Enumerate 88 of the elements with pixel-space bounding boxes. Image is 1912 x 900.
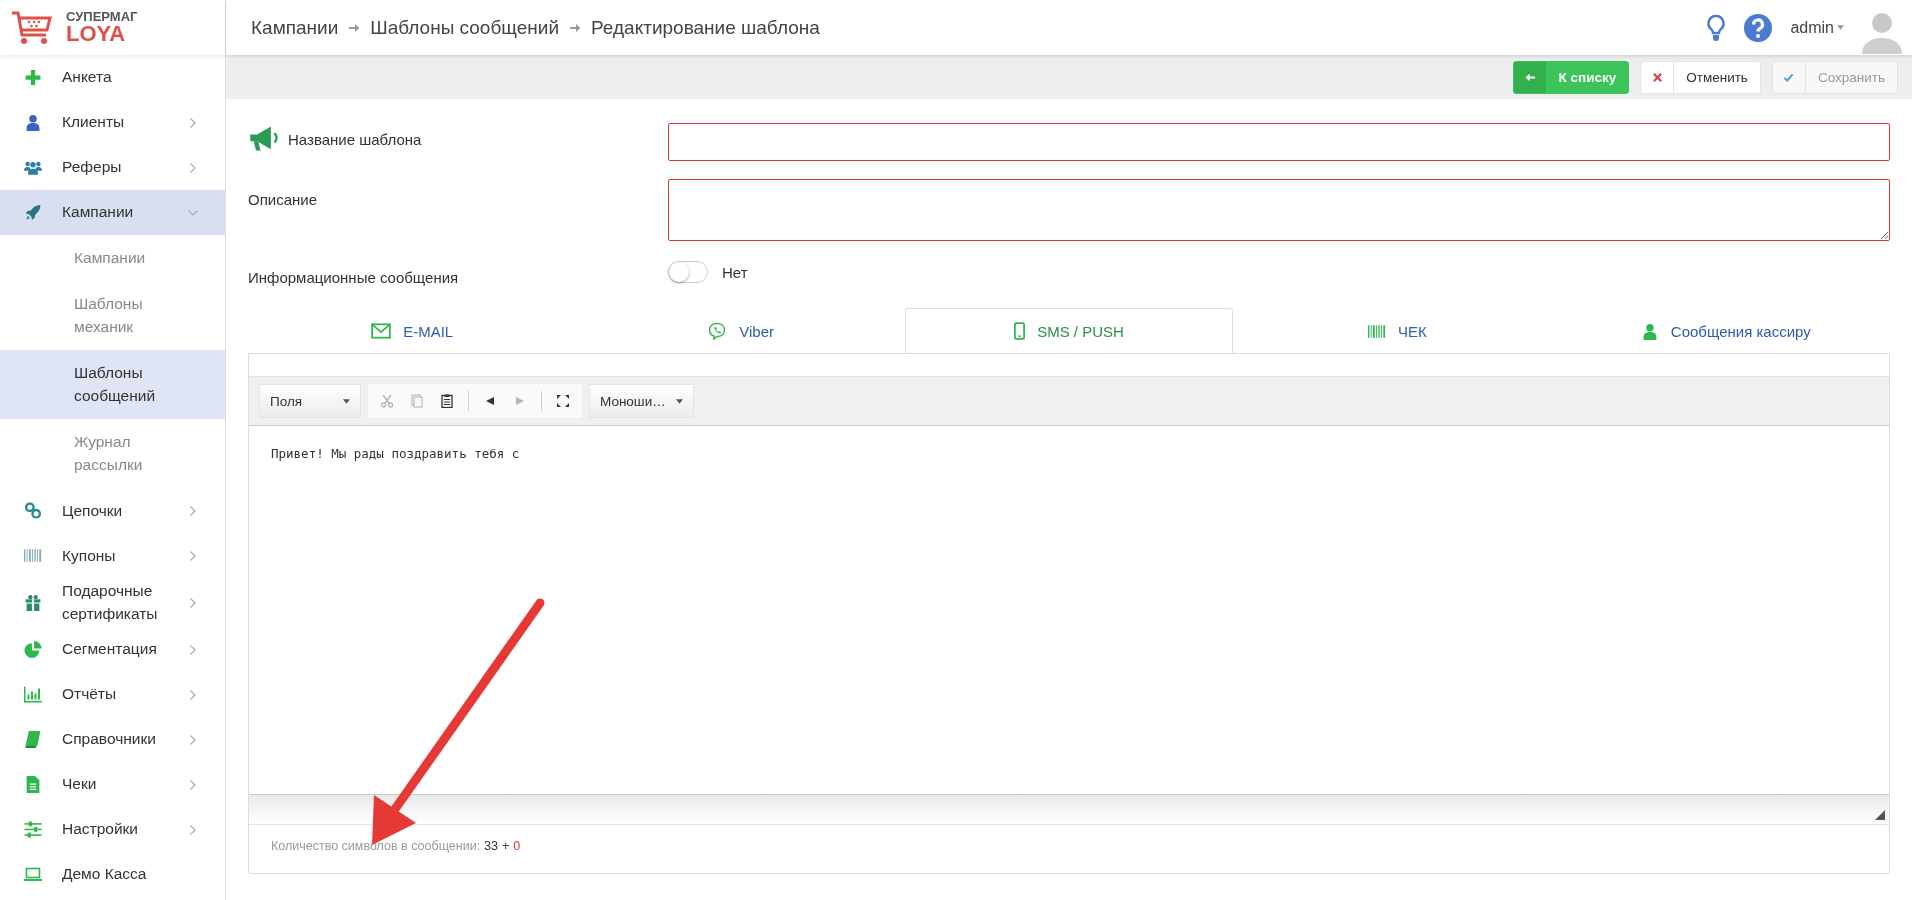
plus-sign: + (502, 839, 510, 853)
clipboard-icon (440, 394, 454, 408)
toggle-switch[interactable] (668, 261, 708, 283)
plus-icon (24, 69, 42, 86)
caret-icon (675, 398, 683, 404)
chain-link-icon (24, 502, 42, 520)
chevron-icon (189, 161, 197, 174)
channel-tab[interactable]: E-MAIL (248, 308, 577, 353)
cross-icon (1651, 71, 1663, 83)
sidebar-item[interactable]: Сегментация (0, 627, 225, 673)
field-label: Информационные сообщения (248, 269, 459, 286)
cart-logo-icon (10, 9, 54, 46)
channel-tab[interactable]: Сообщения кассиру (1561, 308, 1890, 353)
help-icon[interactable] (1744, 13, 1773, 42)
sidebar-item[interactable]: Анкета (0, 55, 225, 100)
megaphone-icon (248, 125, 280, 153)
field-label: Описание (248, 191, 318, 208)
resize-grip-icon[interactable] (1875, 810, 1885, 820)
arrow-left-icon (1525, 71, 1536, 83)
laptop-icon (24, 866, 42, 884)
arrow-right-icon (569, 21, 582, 34)
cancel-button[interactable]: Отменить (1640, 60, 1761, 94)
template-name-field[interactable] (668, 123, 1890, 161)
fields-dropdown[interactable]: Поля (259, 384, 361, 418)
sidebar-subitem[interactable]: Шаблоны сообщений (0, 350, 225, 420)
sidebar-subitem[interactable]: Шаблоны механик (0, 281, 225, 351)
brand-logo-text: LOYA (66, 23, 127, 45)
character-count-label: Количество символов в сообщении: (271, 839, 481, 853)
chevron-icon (189, 549, 197, 562)
channel-tab[interactable]: SMS / PUSH (904, 308, 1234, 353)
scissors-icon (380, 394, 394, 408)
chevron-icon (189, 504, 197, 517)
breadcrumb[interactable]: Шаблоны сообщений (370, 16, 560, 39)
channel-tab[interactable]: Viber (576, 308, 905, 353)
caret-icon (1837, 25, 1844, 30)
chevron-icon (189, 596, 197, 609)
chevron-icon (187, 208, 199, 217)
users-icon (24, 159, 42, 176)
sidebar-item[interactable]: Подарочные сертификаты (0, 578, 225, 628)
arrow-right-icon (348, 21, 361, 34)
message-text[interactable]: Привет! Мы рады поздравить тебя с (271, 446, 1867, 461)
breadcrumb: Редактирование шаблона (591, 16, 820, 39)
sidebar-item[interactable]: Отчёты (0, 672, 225, 718)
sidebar-subitem[interactable]: Кампании (0, 235, 225, 282)
user-menu[interactable]: admin (1790, 18, 1844, 37)
chevron-icon (189, 778, 197, 791)
mobile-phone-icon (1014, 322, 1026, 340)
pie-chart-icon (24, 641, 42, 659)
rocket-icon (24, 204, 42, 221)
field-label: Название шаблона (288, 130, 422, 148)
chevron-icon (189, 733, 197, 746)
chevron-icon (189, 688, 197, 701)
sidebar-item[interactable]: Настройки (0, 807, 225, 853)
copy-icon (410, 394, 424, 408)
user-icon (24, 114, 42, 131)
barcode-icon (1368, 322, 1386, 340)
sidebar-item[interactable]: Демо Касса (0, 852, 225, 898)
envelope-icon (371, 322, 392, 340)
book-icon (24, 731, 42, 749)
sidebar-item[interactable]: Клиенты (0, 100, 225, 145)
sidebar-item[interactable]: Справочники (0, 717, 225, 763)
toggle-state-label: Нет (722, 263, 748, 281)
character-count: 33 (484, 839, 498, 853)
sidebar-item[interactable]: Реферы (0, 145, 225, 190)
font-dropdown[interactable]: Моноши… (589, 384, 694, 418)
bar-chart-icon (24, 686, 42, 704)
sliders-icon (24, 821, 42, 839)
caret-icon (343, 398, 350, 404)
chevron-icon (189, 643, 197, 656)
sidebar-item[interactable]: Купоны (0, 533, 225, 579)
sidebar-subitem[interactable]: Журнал рассылки (0, 419, 225, 489)
extra-character-count: 0 (513, 839, 521, 853)
document-icon (24, 776, 42, 794)
channel-tab[interactable]: ЧЕК (1233, 308, 1562, 353)
maximize-icon (556, 394, 570, 408)
gift-icon (24, 594, 42, 612)
chevron-icon (189, 823, 197, 836)
description-field[interactable] (668, 179, 1890, 241)
brand-name: СУПЕРМАГ (66, 10, 138, 23)
sidebar-item[interactable]: Чеки (0, 762, 225, 808)
sidebar-item[interactable]: Кампании (0, 190, 225, 235)
lightbulb-icon[interactable] (1706, 12, 1727, 43)
phone-bubble-icon (707, 322, 728, 340)
sidebar-item[interactable]: Цепочки (0, 488, 225, 534)
breadcrumb[interactable]: Кампании (251, 16, 339, 39)
chevron-icon (189, 116, 197, 129)
checkmark-icon (1783, 71, 1795, 83)
barcode-icon (24, 547, 42, 565)
